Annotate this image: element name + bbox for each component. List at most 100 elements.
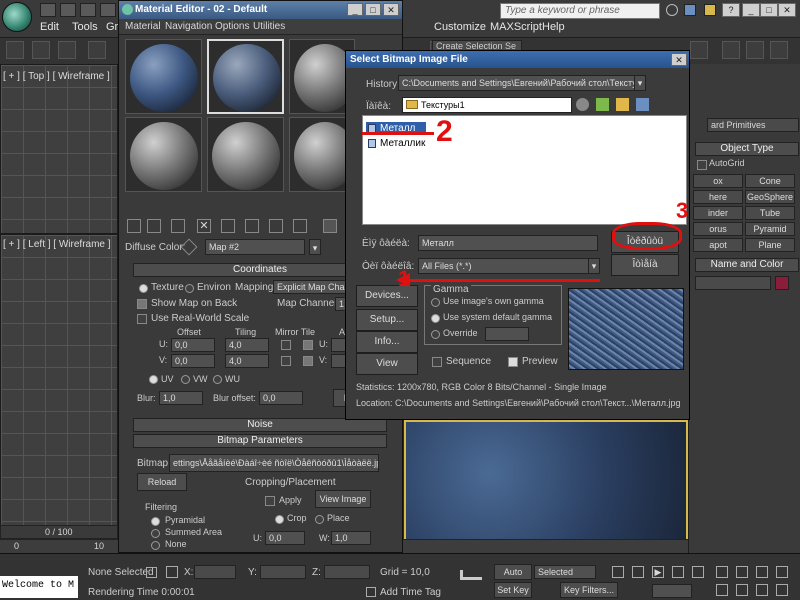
material-id-icon[interactable]	[293, 219, 307, 233]
new-file-icon[interactable]	[40, 3, 56, 17]
sphere-button[interactable]: here	[693, 190, 743, 204]
assign-material-icon[interactable]	[171, 219, 185, 233]
apply-checkbox[interactable]	[265, 496, 275, 506]
link-icon[interactable]	[6, 41, 24, 59]
sequence-checkbox[interactable]	[432, 357, 442, 367]
name-and-color-header[interactable]: Name and Color	[695, 258, 799, 272]
gamma-override-field[interactable]	[485, 327, 529, 341]
absolute-mode-icon[interactable]	[166, 566, 178, 578]
plane-button[interactable]: Plane	[745, 238, 795, 252]
blur-field[interactable]: 1,0	[159, 391, 203, 405]
u-mirror-checkbox[interactable]	[281, 340, 291, 350]
up-folder-icon[interactable]	[596, 98, 609, 111]
real-world-scale-checkbox[interactable]	[137, 314, 147, 324]
view-menu-icon[interactable]	[636, 98, 649, 111]
pyramid-button[interactable]: Pyramid	[745, 222, 795, 236]
look-in-dropdown[interactable]: Текстуры1	[402, 97, 572, 113]
sample-slot[interactable]	[125, 117, 202, 192]
previous-frame-icon[interactable]	[632, 566, 644, 578]
select-region-icon[interactable]	[32, 41, 50, 59]
v-offset-field[interactable]: 0,0	[171, 354, 215, 368]
cancel-button[interactable]: Îòìåíà	[611, 254, 679, 276]
reload-button[interactable]: Reload	[137, 473, 187, 491]
menu-group[interactable]: Gr	[106, 21, 118, 33]
none-radio[interactable]	[151, 541, 160, 550]
render-frame-icon[interactable]	[746, 41, 764, 59]
dialog-title[interactable]: Select Bitmap Image File	[346, 51, 689, 68]
sample-slot[interactable]	[125, 39, 202, 114]
next-frame-icon[interactable]	[672, 566, 684, 578]
v-mirror-checkbox[interactable]	[281, 356, 291, 366]
history-dropdown-arrow[interactable]: ▾	[634, 75, 646, 91]
go-to-start-icon[interactable]	[612, 566, 624, 578]
library-icon[interactable]	[269, 219, 283, 233]
gamma-own-radio[interactable]	[431, 298, 440, 307]
sample-slot[interactable]	[207, 117, 284, 192]
key-icon[interactable]	[460, 570, 482, 580]
uv-radio[interactable]	[149, 375, 158, 384]
copy-material-icon[interactable]	[221, 219, 235, 233]
y-coordinate-field[interactable]	[260, 565, 306, 579]
object-type-header[interactable]: Object Type	[695, 142, 799, 156]
x-coordinate-field[interactable]	[194, 565, 236, 579]
pyramidal-radio[interactable]	[151, 517, 160, 526]
menu-customize[interactable]: Customize	[434, 21, 486, 33]
v-tile-checkbox[interactable]	[303, 356, 313, 366]
w-field[interactable]: 1,0	[331, 531, 371, 545]
maximize-button[interactable]: □	[365, 3, 381, 16]
u-tile-checkbox[interactable]	[303, 340, 313, 350]
search-input[interactable]: Type a keyword or phrase	[500, 3, 660, 19]
key-mode-dropdown[interactable]: Selected	[534, 565, 596, 579]
z-coordinate-field[interactable]	[324, 565, 370, 579]
tube-button[interactable]: Tube	[745, 206, 795, 220]
search-icon[interactable]	[666, 4, 678, 16]
vw-radio[interactable]	[181, 375, 190, 384]
new-folder-icon[interactable]	[616, 98, 629, 111]
menu-tools[interactable]: Tools	[72, 21, 98, 33]
pan-icon[interactable]	[776, 566, 788, 578]
geosphere-button[interactable]: GeoSphere	[745, 190, 795, 204]
gamma-default-radio[interactable]	[431, 314, 440, 323]
menu-help[interactable]: Help	[542, 21, 565, 33]
save-file-icon[interactable]	[80, 3, 96, 17]
maxscript-listener[interactable]: Welcome to M	[0, 576, 78, 598]
file-name-input[interactable]: Металл	[418, 235, 598, 251]
file-type-dropdown[interactable]: All Files (*.*)	[418, 258, 598, 274]
summed-area-radio[interactable]	[151, 529, 160, 538]
app-logo-icon[interactable]	[2, 2, 32, 32]
help-icon[interactable]: ?	[722, 3, 740, 17]
box-button[interactable]: ox	[693, 174, 743, 188]
orbit-icon[interactable]	[736, 584, 748, 596]
set-key-button[interactable]: Set Key	[494, 582, 532, 598]
menu-material[interactable]: Material	[125, 21, 161, 32]
auto-key-button[interactable]: Auto Key	[494, 564, 532, 591]
zoom-all-icon[interactable]	[736, 566, 748, 578]
torus-button[interactable]: orus	[693, 222, 743, 236]
sample-slot-selected[interactable]	[207, 39, 284, 114]
file-type-dropdown-arrow[interactable]: ▾	[588, 258, 600, 274]
minimize-button[interactable]: _	[347, 3, 363, 16]
info-button[interactable]: Info...	[356, 331, 418, 353]
close-button[interactable]: ✕	[778, 3, 796, 17]
gamma-override-radio[interactable]	[431, 330, 440, 339]
move-icon[interactable]	[88, 41, 106, 59]
u-offset-field[interactable]: 0,0	[171, 338, 215, 352]
viewport-top[interactable]: [ + ] [ Top ] [ Wireframe ]	[0, 64, 118, 234]
time-tag-icon[interactable]	[366, 587, 376, 597]
viewport-left-label[interactable]: [ + ] [ Left ] [ Wireframe ]	[3, 239, 111, 250]
preview-checkbox[interactable]	[508, 357, 518, 367]
back-icon[interactable]	[576, 98, 589, 111]
texture-radio[interactable]	[139, 284, 148, 293]
environ-radio[interactable]	[185, 284, 194, 293]
zoom-extents-icon[interactable]	[756, 566, 768, 578]
menu-navigation[interactable]: Navigation	[165, 21, 212, 32]
fov-icon[interactable]	[716, 584, 728, 596]
viewport-left[interactable]: [ + ] [ Left ] [ Wireframe ]	[0, 234, 118, 539]
noise-rollout-header[interactable]: Noise	[133, 418, 387, 432]
walk-icon[interactable]	[776, 584, 788, 596]
get-material-icon[interactable]	[127, 219, 141, 233]
v-tiling-field[interactable]: 4,0	[225, 354, 269, 368]
menu-options[interactable]: Options	[215, 21, 249, 32]
cylinder-button[interactable]: inder	[693, 206, 743, 220]
u-tiling-field[interactable]: 4,0	[225, 338, 269, 352]
